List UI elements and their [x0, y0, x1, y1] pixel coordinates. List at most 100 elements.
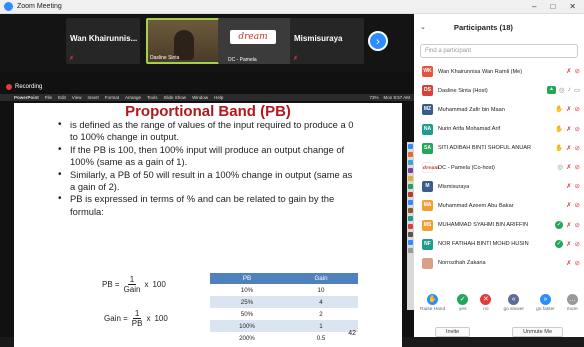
- mic-muted-icon[interactable]: ✗: [566, 163, 571, 171]
- bullet-item: PB is expressed in terms of % and can be…: [58, 193, 358, 218]
- mic-muted-icon[interactable]: ✗: [566, 144, 571, 152]
- participant-row[interactable]: NA Nurin Arifa Mohamad Arif ✋ ✗ ⊘: [414, 120, 584, 139]
- menu-item: Format: [104, 95, 120, 100]
- slide-bullets: is defined as the range of values of the…: [58, 119, 358, 218]
- participant-row[interactable]: M Mismisuraya ✗ ⊘: [414, 177, 584, 196]
- menu-item: Edit: [58, 95, 66, 100]
- formula-rhs: 100: [152, 280, 166, 289]
- invite-button[interactable]: Invite: [434, 327, 471, 337]
- table-cell: 100%: [210, 320, 284, 332]
- participant-row[interactable]: MA Muhammad Azeem Abu Bakar ✗ ⊘: [414, 196, 584, 215]
- participant-row[interactable]: MS MUHAMMAD SYAHMI BIN ARIFFIN ✓ ✗ ⊘: [414, 216, 584, 235]
- mic-muted-icon[interactable]: ✗: [566, 125, 571, 133]
- table-cell: 4: [284, 296, 358, 308]
- participant-row[interactable]: NF NOR FATIHAH BINTI MOHD HUSIN ✓ ✗ ⊘: [414, 235, 584, 254]
- menu-item: File: [44, 95, 53, 100]
- video-off-icon[interactable]: ⊘: [575, 201, 580, 209]
- participant-row[interactable]: MZ Muhammad Zafir bin Maan ✋ ✗ ⊘: [414, 100, 584, 119]
- participant-row[interactable]: SA SITI ADIBAH BINTI SHOFUL ANUAR ✋ ✗ ⊘: [414, 139, 584, 158]
- reaction-bar: ✋ Raise Hand ✓ yes ✕ no « go slower » go…: [414, 294, 584, 312]
- go-faster-button[interactable]: » go faster: [536, 294, 555, 312]
- participant-row[interactable]: Norrozihah Zakaria ✗ ⊘: [414, 254, 584, 273]
- window-controls: – □ ✕: [532, 2, 576, 11]
- mic-muted-icon[interactable]: ✗: [566, 67, 571, 75]
- mic-muted-icon[interactable]: ✗: [566, 105, 571, 113]
- video-off-icon[interactable]: ⊘: [575, 144, 580, 152]
- table-cell: 10: [284, 284, 358, 296]
- reaction-label: go faster: [536, 307, 555, 312]
- mic-icon[interactable]: ♪: [568, 86, 571, 94]
- close-icon: ✕: [480, 294, 492, 305]
- video-icon[interactable]: ▭: [574, 86, 580, 94]
- mic-muted-icon[interactable]: ✗: [566, 182, 571, 190]
- minimize-icon[interactable]: –: [532, 2, 536, 11]
- video-off-icon[interactable]: ⊘: [575, 240, 580, 248]
- participants-title: Participants (18): [453, 22, 513, 32]
- video-off-icon[interactable]: ⊘: [575, 105, 580, 113]
- avatar: dream: [422, 162, 439, 174]
- avatar: MA: [422, 200, 433, 212]
- video-off-icon[interactable]: ⊘: [575, 163, 580, 171]
- reaction-label: no: [483, 307, 489, 312]
- video-off-icon[interactable]: ⊘: [575, 125, 580, 133]
- find-participant-input[interactable]: Find a participant: [420, 44, 578, 58]
- no-button[interactable]: ✕ no: [480, 294, 492, 312]
- fraction-denominator: PB: [131, 319, 143, 328]
- times-sign: x: [144, 280, 149, 289]
- video-off-icon[interactable]: ⊘: [575, 221, 580, 229]
- window-title: Zoom Meeting: [17, 3, 62, 10]
- video-off-icon[interactable]: ⊘: [575, 182, 580, 190]
- dock-app-icon: [408, 232, 413, 237]
- video-tile-wan[interactable]: Wan Khairunnis... ✗: [66, 18, 140, 64]
- dock-app-icon: [408, 224, 413, 229]
- reaction-label: yes: [459, 307, 467, 312]
- more-icon: …: [566, 294, 578, 305]
- video-tile-dasline[interactable]: Dasline Sinta: [146, 18, 220, 64]
- rewind-icon: «: [508, 294, 520, 305]
- participant-row[interactable]: DS Dasline Sinta (Host) ▲ ◎ ♪ ▭: [414, 81, 584, 100]
- pb-gain-table: PB Gain 10% 10 25% 4 50% 2 100% 1 200% 0.5: [210, 273, 358, 344]
- clock-status: Mon 9:57 AM: [383, 95, 410, 100]
- yes-button[interactable]: ✓ yes: [457, 294, 469, 312]
- video-tile-dc-pamela[interactable]: dream DC - Pamela: [218, 18, 292, 64]
- close-icon[interactable]: ✕: [569, 2, 576, 11]
- video-tile-mismisuraya[interactable]: Mismisuraya ✗: [290, 18, 364, 64]
- recording-label: Recording: [15, 84, 43, 90]
- mic-muted-icon[interactable]: ✗: [566, 201, 571, 209]
- unmute-me-button[interactable]: Unmute Me: [512, 327, 564, 337]
- go-slower-button[interactable]: « go slower: [503, 294, 524, 312]
- more-button[interactable]: … more: [566, 294, 578, 312]
- fraction-numerator: 1: [127, 275, 137, 285]
- shared-screen-dock: [407, 142, 414, 310]
- participant-name: NOR FATIHAH BINTI MOHD HUSIN: [438, 241, 529, 248]
- raise-hand-button[interactable]: ✋ Raise Hand: [420, 294, 445, 312]
- shared-screen-menubar: PowerPoint File Edit View Insert Format …: [0, 94, 414, 101]
- dock-app-icon: [408, 240, 413, 245]
- participant-row[interactable]: dream DC - Pamela (Co-host) ◎ ✗ ⊘: [414, 158, 584, 177]
- participant-name: SITI ADIBAH BINTI SHOFUL ANUAR: [438, 145, 532, 152]
- hand-icon: ✋: [555, 125, 564, 133]
- hand-icon: ✋: [555, 144, 564, 152]
- mic-muted-icon[interactable]: ✗: [566, 221, 571, 229]
- table-header-row: PB Gain: [210, 273, 358, 284]
- menu-app-name: PowerPoint: [14, 95, 39, 100]
- participants-panel: ⌄ Participants (18) Find a participant W…: [414, 14, 584, 337]
- window-titlebar: Zoom Meeting – □ ✕: [0, 0, 584, 14]
- video-off-icon[interactable]: ⊘: [575, 259, 580, 267]
- participant-row[interactable]: WK Wan Khairunnisa Wan Ramli (Me) ✗ ⊘: [414, 62, 584, 81]
- table-row: 100% 1: [210, 320, 358, 332]
- mic-muted-icon[interactable]: ✗: [566, 259, 571, 267]
- tile-caption: DC - Pamela: [228, 57, 257, 63]
- participant-name: Mismisuraya: [438, 183, 470, 190]
- video-off-icon[interactable]: ⊘: [575, 67, 580, 75]
- menu-item: Insert: [87, 95, 99, 100]
- chevron-down-icon[interactable]: ⌄: [420, 23, 426, 31]
- next-page-button[interactable]: ›: [368, 31, 388, 51]
- maximize-icon[interactable]: □: [550, 2, 555, 11]
- bullet-item: is defined as the range of values of the…: [58, 119, 358, 144]
- mic-muted-icon[interactable]: ✗: [566, 240, 571, 248]
- dream-logo: dream: [230, 30, 276, 44]
- tile-name: Wan Khairunnis...: [70, 34, 138, 43]
- table-cell: 10%: [210, 284, 284, 296]
- formula-lhs: PB =: [102, 280, 120, 289]
